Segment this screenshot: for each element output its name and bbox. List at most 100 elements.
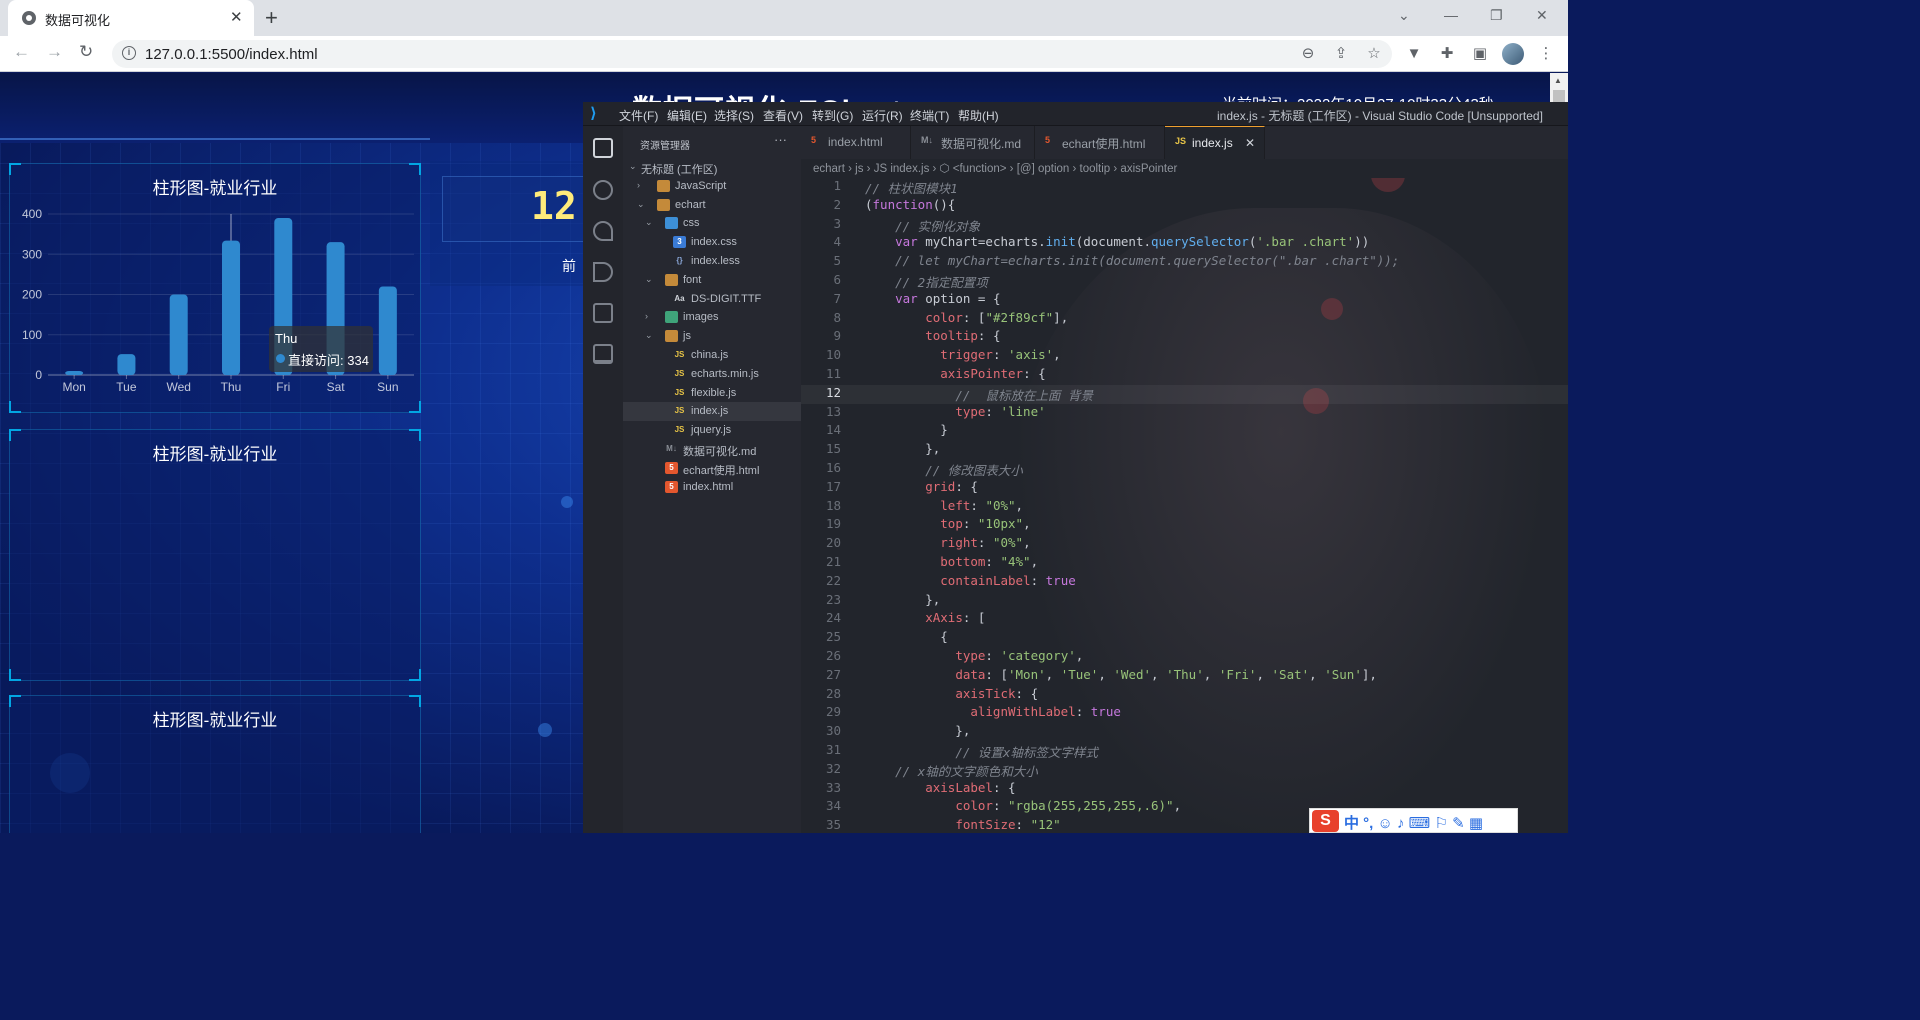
explorer-files-icon[interactable]: [593, 138, 613, 158]
code-line[interactable]: 10 trigger: 'axis',: [801, 347, 1568, 366]
code-line[interactable]: 32 // x轴的文字颜色和大小: [801, 761, 1568, 780]
menu-run[interactable]: 运行(R): [862, 107, 903, 124]
minimize-button[interactable]: —: [1444, 7, 1458, 23]
code-line[interactable]: 24 xAxis: [: [801, 610, 1568, 629]
file-tree-item[interactable]: JS index.js: [623, 402, 801, 422]
extensions-icon[interactable]: [593, 303, 613, 323]
more-actions-icon[interactable]: ···: [774, 132, 787, 147]
url-input[interactable]: i 127.0.0.1:5500/index.html: [112, 40, 1392, 68]
file-tree-item[interactable]: JS flexible.js: [623, 384, 801, 403]
browser-tab[interactable]: 数据可视化 ✕: [8, 0, 254, 36]
code-line[interactable]: 5 // let myChart=echarts.init(document.q…: [801, 253, 1568, 272]
file-tree-item[interactable]: JS jquery.js: [623, 421, 801, 440]
code-line[interactable]: 12 // 鼠标放在上面 背景: [801, 384, 1568, 404]
code-line[interactable]: 4 var myChart=echarts.init(document.quer…: [801, 234, 1568, 253]
chevron-down-icon[interactable]: ⌄: [629, 161, 637, 172]
tab-search-icon[interactable]: ⌄: [1398, 7, 1410, 24]
file-tree-item[interactable]: › images: [623, 308, 801, 327]
menu-view[interactable]: 查看(V): [763, 107, 803, 124]
chevron-down-icon[interactable]: ⌄: [637, 199, 645, 210]
vue-devtools-icon[interactable]: ▼: [1405, 45, 1423, 63]
code-line[interactable]: 26 type: 'category',: [801, 648, 1568, 667]
zoom-icon[interactable]: ⊖: [1299, 45, 1317, 63]
ime-status-icons[interactable]: 中 °, ☺ ♪ ⌨ ⚐ ✎ ▦: [1344, 812, 1483, 833]
file-tree-item[interactable]: Aa DS-DIGIT.TTF: [623, 290, 801, 309]
bookmark-star-icon[interactable]: ☆: [1365, 45, 1383, 63]
profile-avatar[interactable]: [1502, 43, 1524, 65]
close-tab-icon[interactable]: ✕: [1245, 136, 1255, 150]
code-line[interactable]: 7 var option = {: [801, 291, 1568, 310]
search-icon[interactable]: [593, 180, 613, 200]
bar-chart[interactable]: 0 100 200 300 400 Mon Tue Wed Thu Fri Sat Sun: [10, 200, 420, 410]
menu-kebab-icon[interactable]: ⋮: [1537, 45, 1555, 63]
file-tree-item[interactable]: ⌄ css: [623, 214, 801, 233]
code-line[interactable]: 19 top: "10px",: [801, 516, 1568, 535]
menu-terminal[interactable]: 终端(T): [910, 107, 949, 124]
extensions-puzzle-icon[interactable]: ✚: [1438, 45, 1456, 63]
ime-toolbar[interactable]: S 中 °, ☺ ♪ ⌨ ⚐ ✎ ▦: [1309, 808, 1518, 833]
reload-icon[interactable]: ↻: [79, 42, 93, 62]
code-line[interactable]: 13 type: 'line': [801, 404, 1568, 423]
chevron-down-icon[interactable]: ⌄: [645, 330, 653, 341]
close-tab-icon[interactable]: ✕: [230, 8, 243, 26]
code-line[interactable]: 29 alignWithLabel: true: [801, 704, 1568, 723]
code-line[interactable]: 16 // 修改图表大小: [801, 460, 1568, 479]
code-line[interactable]: 9 tooltip: {: [801, 328, 1568, 347]
code-line[interactable]: 21 bottom: "4%",: [801, 554, 1568, 573]
scroll-up-arrow-icon[interactable]: ▲: [1554, 76, 1562, 85]
site-info-icon[interactable]: i: [122, 46, 136, 60]
code-line[interactable]: 22 containLabel: true: [801, 573, 1568, 592]
code-line[interactable]: 33 axisLabel: {: [801, 780, 1568, 799]
file-tree-item[interactable]: 5 index.html: [623, 478, 801, 497]
menu-selection[interactable]: 选择(S): [714, 107, 754, 124]
file-tree-item[interactable]: {} index.less: [623, 252, 801, 271]
menu-go[interactable]: 转到(G): [812, 107, 853, 124]
file-tree-item[interactable]: › JavaScript: [623, 177, 801, 196]
code-line[interactable]: 18 left: "0%",: [801, 498, 1568, 517]
back-arrow-icon[interactable]: ←: [13, 42, 30, 62]
close-window-button[interactable]: ✕: [1536, 7, 1548, 24]
file-tree-item[interactable]: ⌄ js: [623, 327, 801, 346]
code-line[interactable]: 1 // 柱状图模块1: [801, 178, 1568, 197]
editor-tab[interactable]: JS index.js ✕: [1165, 126, 1265, 159]
file-tree-item[interactable]: M↓ 数据可视化.md: [623, 440, 801, 459]
menu-edit[interactable]: 编辑(E): [667, 107, 707, 124]
file-tree-item[interactable]: 3 index.css: [623, 233, 801, 252]
code-line[interactable]: 3 // 实例化对象: [801, 216, 1568, 235]
editor-tab[interactable]: 5 echart使用.html: [1035, 126, 1165, 159]
chevron-right-icon[interactable]: ›: [645, 311, 648, 321]
code-line[interactable]: 2 (function(){: [801, 197, 1568, 216]
editor-tab[interactable]: 5 index.html: [801, 126, 911, 159]
menu-help[interactable]: 帮助(H): [958, 107, 999, 124]
editor-tab[interactable]: M↓ 数据可视化.md: [911, 126, 1035, 159]
source-control-icon[interactable]: [593, 221, 613, 241]
code-line[interactable]: 6 // 2指定配置项: [801, 272, 1568, 291]
remote-explorer-icon[interactable]: [593, 344, 613, 364]
code-line[interactable]: 28 axisTick: {: [801, 686, 1568, 705]
code-line[interactable]: 17 grid: {: [801, 479, 1568, 498]
file-tree-item[interactable]: JS echarts.min.js: [623, 365, 801, 384]
file-tree-item[interactable]: ⌄ font: [623, 271, 801, 290]
breadcrumb[interactable]: echart › js › JS index.js › ⬡ <function>…: [813, 161, 1177, 175]
code-line[interactable]: 14 }: [801, 422, 1568, 441]
share-icon[interactable]: ⇪: [1332, 45, 1350, 63]
file-tree-item[interactable]: JS china.js: [623, 346, 801, 365]
code-line[interactable]: 27 data: ['Mon', 'Tue', 'Wed', 'Thu', 'F…: [801, 667, 1568, 686]
run-debug-icon[interactable]: [593, 262, 613, 282]
file-tree-item[interactable]: ⌄ echart: [623, 196, 801, 215]
new-tab-button[interactable]: +: [265, 5, 278, 31]
code-editor[interactable]: 1// 柱状图模块1 2 (function(){3 // 实例化对象 4 var m…: [801, 178, 1568, 833]
chevron-down-icon[interactable]: ⌄: [645, 274, 653, 285]
code-line[interactable]: 30 },: [801, 723, 1568, 742]
code-line[interactable]: 23 },: [801, 592, 1568, 611]
code-line[interactable]: 8 color: ["#2f89cf"],: [801, 310, 1568, 329]
restore-button[interactable]: ❐: [1490, 7, 1503, 24]
code-line[interactable]: 15 },: [801, 441, 1568, 460]
file-tree-item[interactable]: ⌄ 无标题 (工作区): [623, 158, 801, 177]
code-line[interactable]: 20 right: "0%",: [801, 535, 1568, 554]
code-line[interactable]: 31 // 设置x轴标签文字样式: [801, 742, 1568, 761]
chevron-right-icon[interactable]: ›: [637, 180, 640, 190]
forward-arrow-icon[interactable]: →: [46, 42, 63, 62]
menu-file[interactable]: 文件(F): [619, 107, 658, 124]
chevron-down-icon[interactable]: ⌄: [645, 217, 653, 228]
